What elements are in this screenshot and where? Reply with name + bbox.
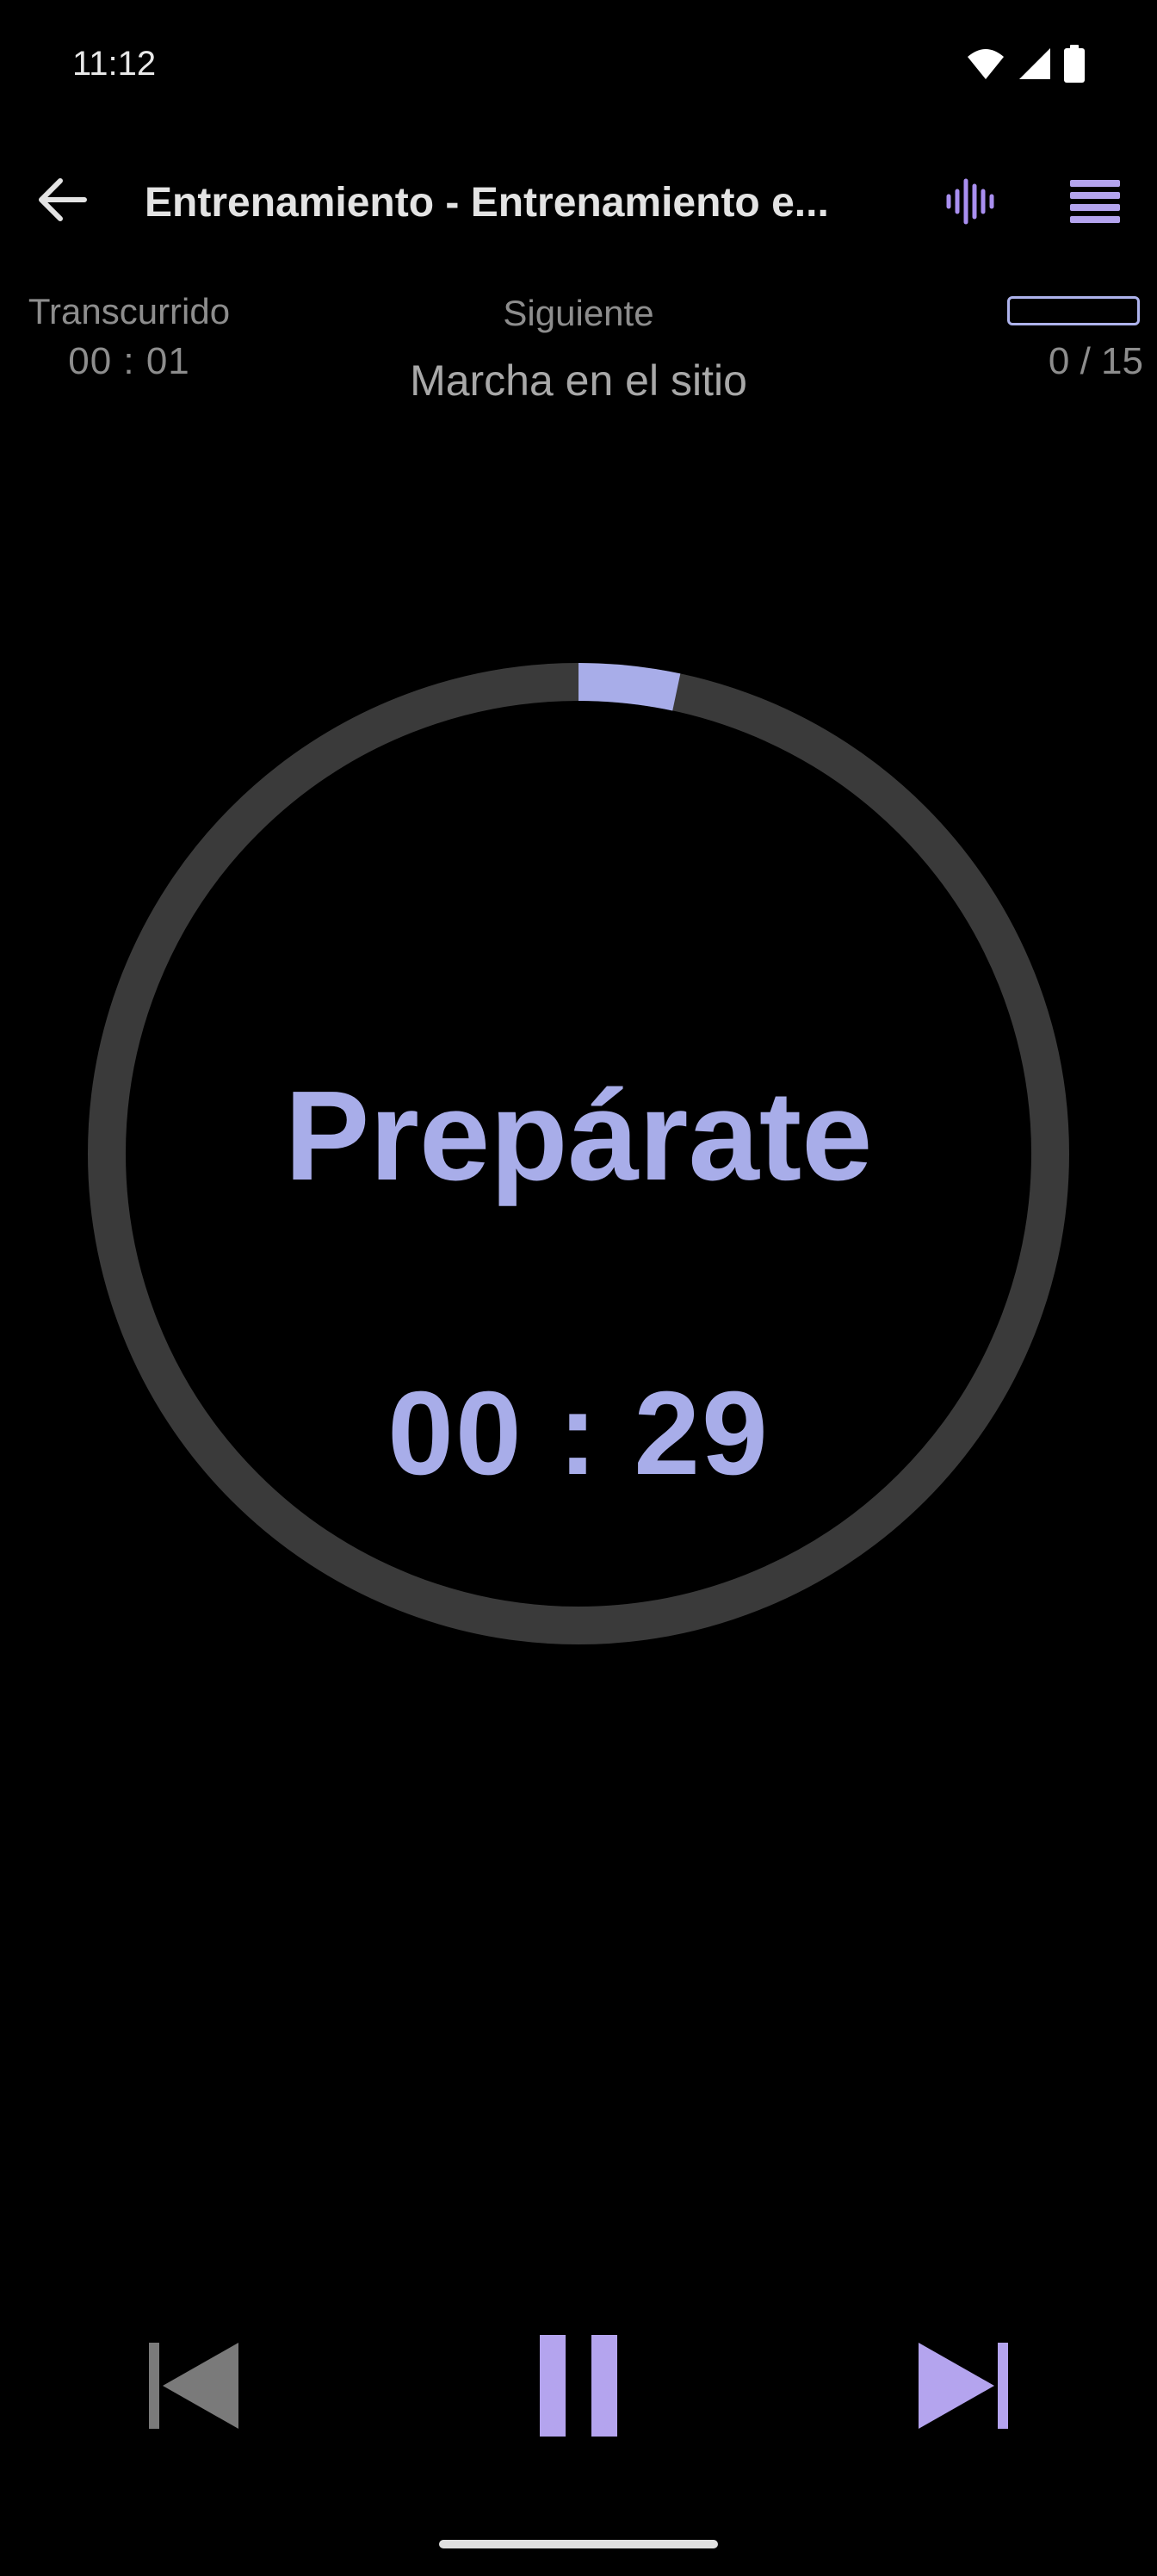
signal-icon	[1019, 48, 1050, 79]
pause-button[interactable]	[522, 2330, 635, 2442]
pause-icon	[540, 2335, 617, 2437]
previous-exercise-button[interactable]	[138, 2330, 250, 2442]
phase-label: Prepárate	[284, 1065, 873, 1207]
list-icon	[1070, 180, 1120, 223]
sound-wave-icon	[946, 178, 994, 225]
voice-settings-button[interactable]	[938, 169, 1004, 234]
exercise-list-button[interactable]	[1059, 169, 1131, 234]
next-exercise-label: Siguiente	[503, 293, 654, 333]
status-time: 11:12	[72, 45, 157, 83]
skip-previous-icon	[149, 2343, 238, 2429]
next-exercise-name: Marcha en el sitio	[410, 356, 747, 405]
status-icons	[966, 45, 1085, 83]
elapsed-label: Transcurrido	[28, 291, 231, 331]
exercise-counter: 0 / 15	[1048, 340, 1143, 382]
skip-next-icon	[919, 2343, 1008, 2429]
workout-title: Entrenamiento - Entrenamiento e...	[145, 180, 829, 226]
countdown-time: 00 : 29	[387, 1367, 770, 1500]
back-button[interactable]	[31, 169, 93, 231]
wifi-icon	[968, 49, 1004, 79]
elapsed-time: 00 : 01	[68, 340, 190, 382]
battery-icon	[1064, 45, 1085, 83]
arrow-left-icon	[39, 178, 87, 221]
home-indicator	[439, 2540, 718, 2548]
workout-progress-bar	[1007, 296, 1140, 325]
next-exercise-button[interactable]	[907, 2330, 1019, 2442]
